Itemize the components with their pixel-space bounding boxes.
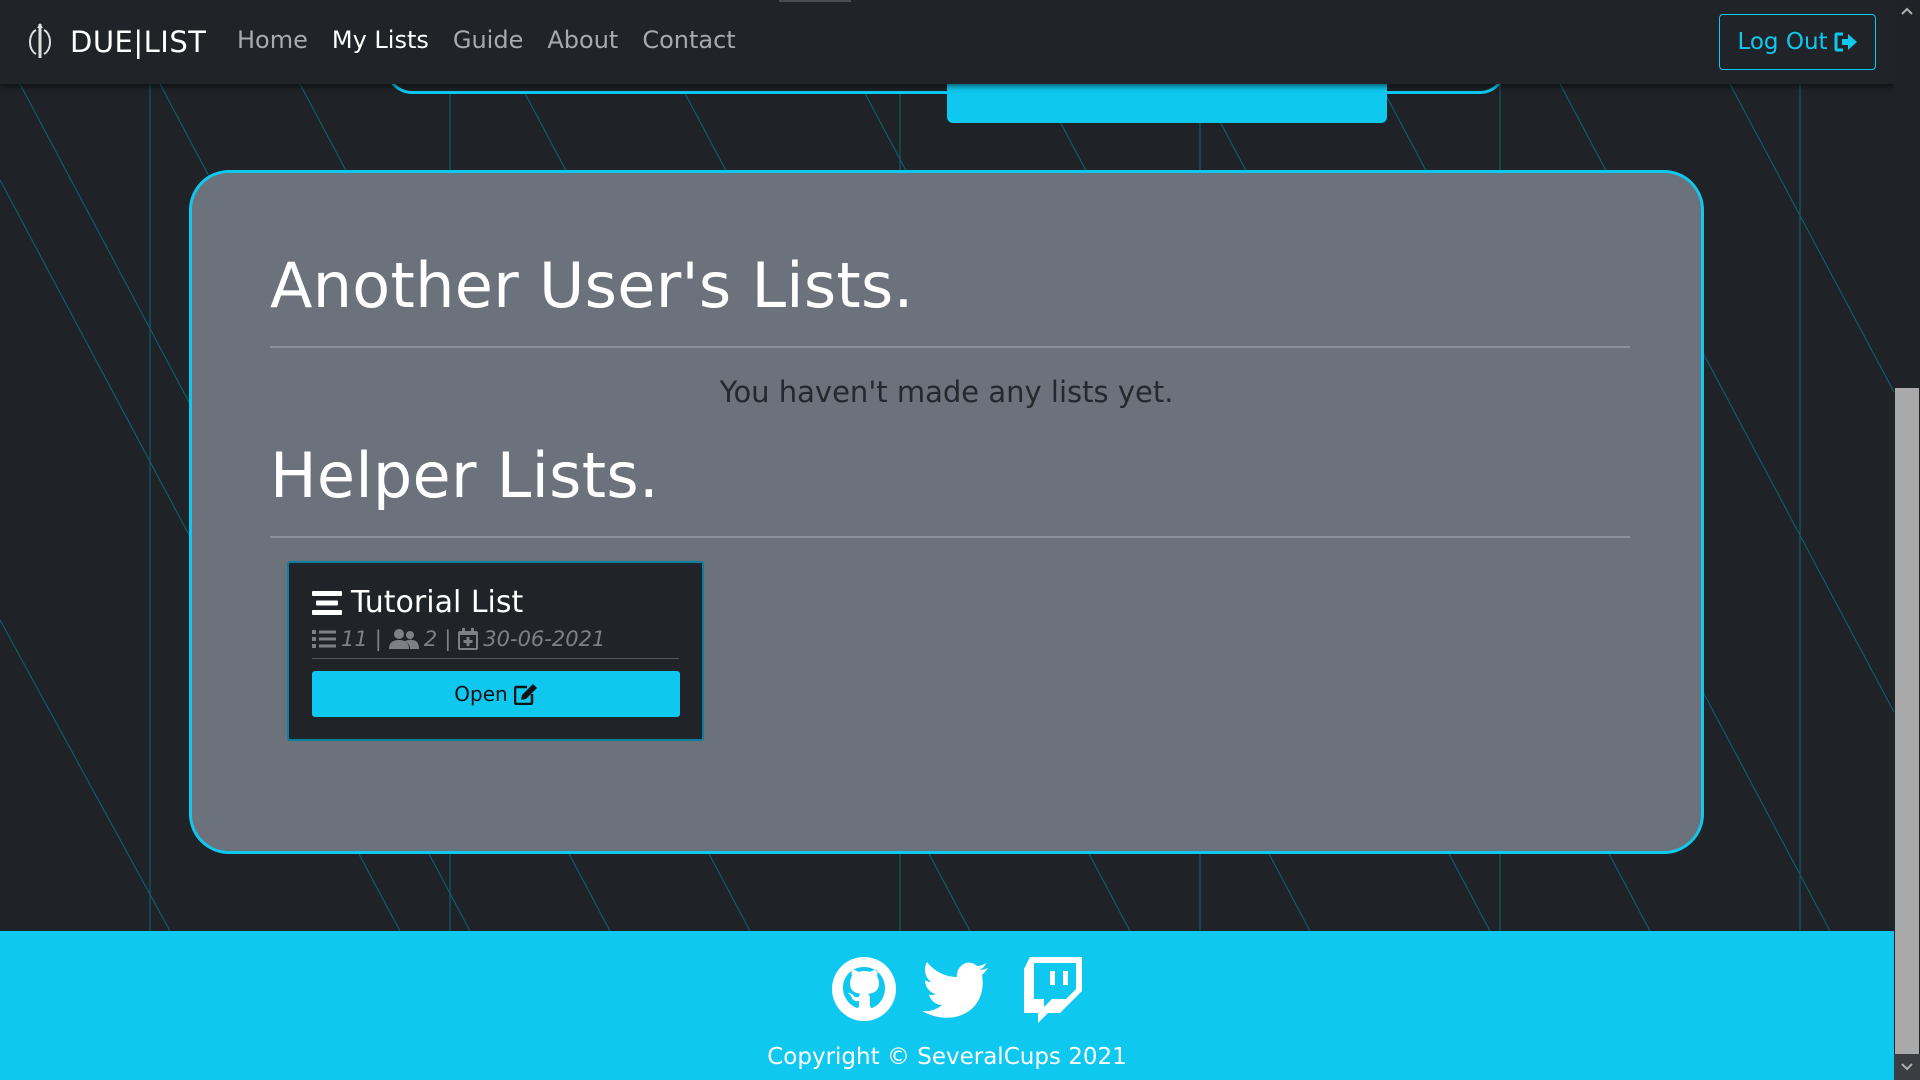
members-count: 2 <box>423 627 438 651</box>
open-list-button[interactable]: Open <box>312 671 680 717</box>
twitch-icon[interactable] <box>1020 955 1088 1023</box>
list-card: Tutorial List 11 | 2 | 30-06-2021 Open <box>287 561 704 741</box>
copyright-text: Copyright © SeveralCups 2021 <box>767 1044 1127 1070</box>
nav-link-about[interactable]: About <box>547 26 618 54</box>
nav-links: Home My Lists Guide About Contact <box>237 26 736 54</box>
nav-link-my-lists[interactable]: My Lists <box>332 26 429 54</box>
twitter-icon[interactable] <box>922 955 990 1023</box>
list-lines-icon <box>312 590 342 615</box>
nav-indicator <box>779 0 851 2</box>
brand-name: DUE|LIST <box>70 25 207 59</box>
items-count: 11 <box>341 627 368 651</box>
nav-link-contact[interactable]: Contact <box>642 26 735 54</box>
nav-link-guide[interactable]: Guide <box>453 26 523 54</box>
divider <box>270 536 1630 538</box>
list-card-title: Tutorial List <box>312 585 523 620</box>
logout-button[interactable]: Log Out <box>1719 14 1876 70</box>
sign-out-icon <box>1834 32 1857 52</box>
card-divider <box>312 658 679 659</box>
user-lists-title: Another User's Lists. <box>270 249 914 322</box>
users-icon <box>388 629 419 649</box>
github-icon[interactable] <box>830 955 898 1023</box>
scroll-down-arrow-icon[interactable] <box>1894 1054 1920 1080</box>
previous-button[interactable] <box>947 84 1387 123</box>
brand[interactable]: DUE|LIST <box>22 22 206 62</box>
page-scrollbar[interactable] <box>1894 0 1920 1080</box>
helper-lists-title: Helper Lists. <box>270 439 659 512</box>
scroll-up-arrow-icon[interactable] <box>1894 0 1920 22</box>
lists-panel: Another User's Lists. You haven't made a… <box>189 170 1704 854</box>
divider <box>270 346 1630 348</box>
navbar: DUE|LIST Home My Lists Guide About Conta… <box>0 0 1894 84</box>
list-meta: 11 | 2 | 30-06-2021 <box>312 627 605 651</box>
list-date: 30-06-2021 <box>483 627 606 651</box>
edit-icon <box>513 684 537 705</box>
meta-separator: | <box>374 627 382 651</box>
logout-label: Log Out <box>1737 29 1828 55</box>
meta-separator: | <box>444 627 452 651</box>
open-label: Open <box>454 682 508 706</box>
calendar-plus-icon <box>458 628 479 650</box>
sword-logo-icon <box>29 23 51 58</box>
nav-link-home[interactable]: Home <box>237 26 308 54</box>
list-items-icon <box>312 630 336 648</box>
empty-lists-message: You haven't made any lists yet. <box>719 375 1174 409</box>
scrollbar-thumb[interactable] <box>1895 388 1919 1054</box>
footer: Copyright © SeveralCups 2021 <box>0 931 1894 1080</box>
list-title: Tutorial List <box>351 585 524 620</box>
